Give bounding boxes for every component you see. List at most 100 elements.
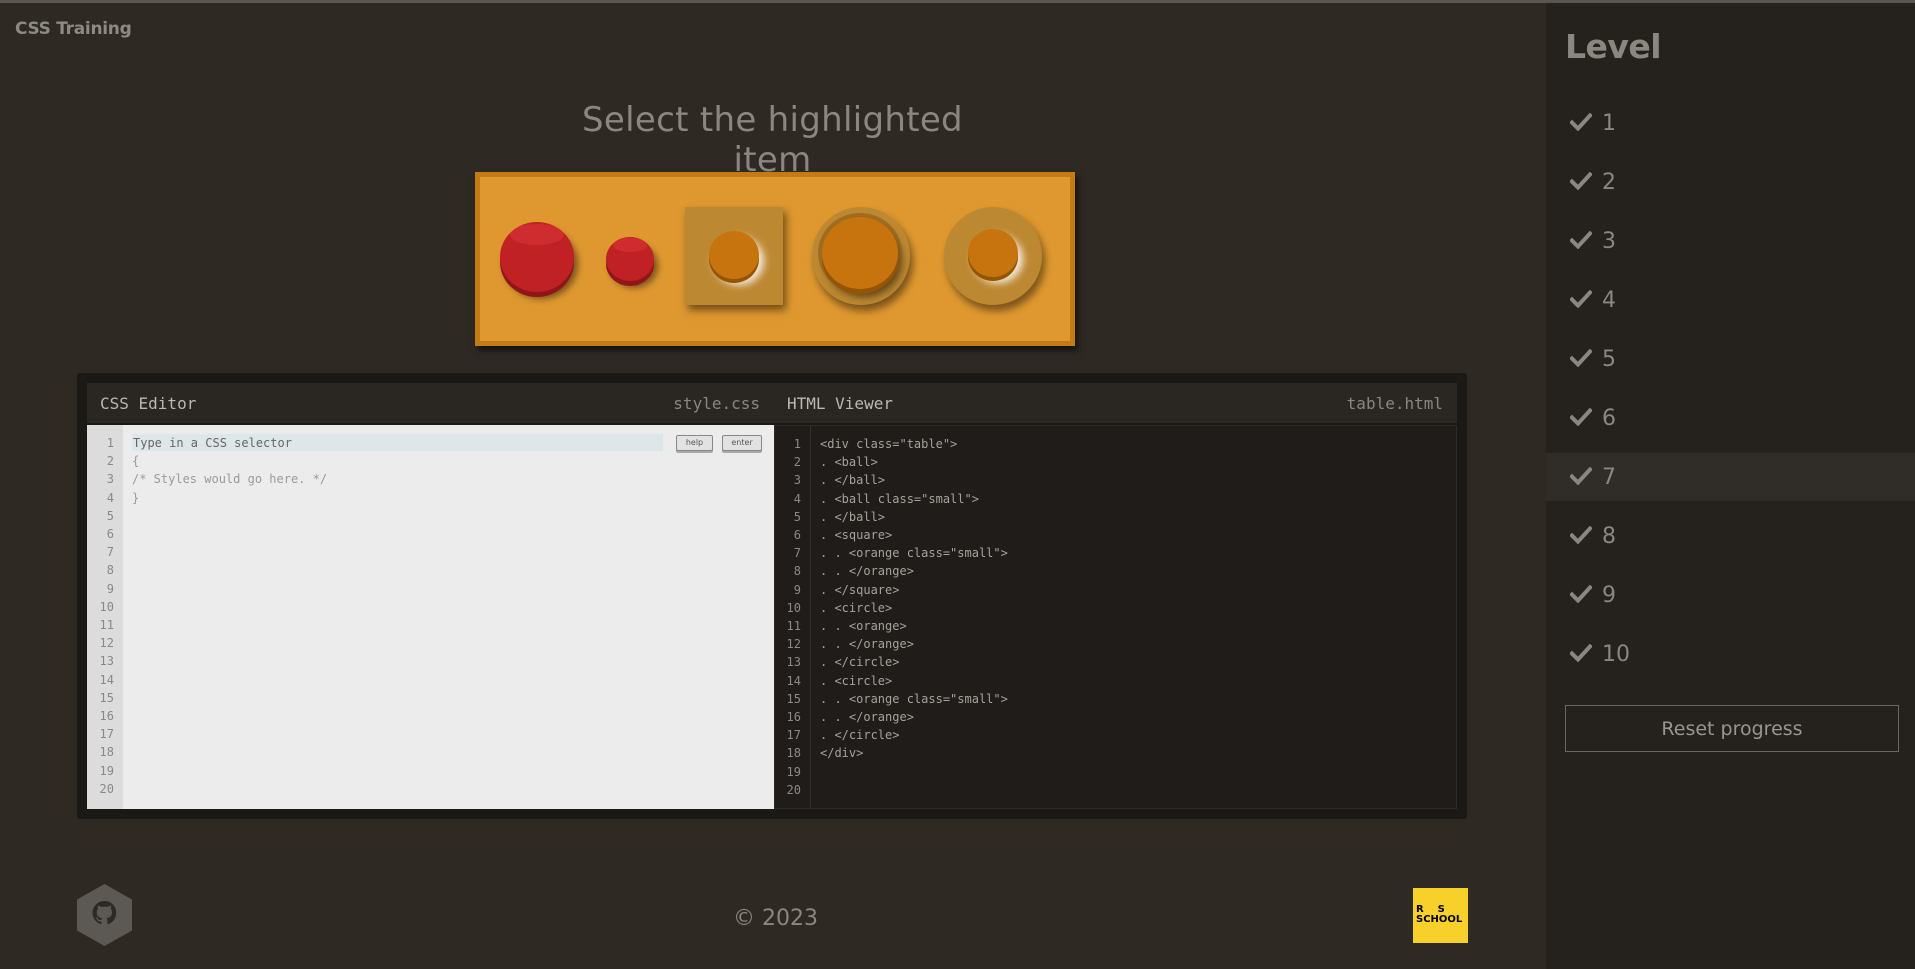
level-item-10[interactable]: 10 — [1546, 630, 1915, 678]
html-viewer-body: 1 2 3 4 5 6 7 8 9 10 11 12 13 14 15 16 17 18 19 20 <div cla… — [774, 425, 1457, 809]
html-viewer-filename: table.html — [1346, 394, 1443, 413]
line-number: 7 — [793, 546, 801, 561]
level-number: 10 — [1602, 642, 1630, 667]
line-number: 12 — [99, 636, 114, 651]
css-line: } — [132, 490, 140, 505]
html-code-line[interactable]: . <ball class="small"> — [820, 490, 1008, 508]
css-line: { — [132, 454, 140, 469]
line-number: 10 — [99, 599, 114, 614]
html-code-line[interactable]: . . <orange class="small"> — [820, 544, 1008, 562]
checkmark-icon — [1569, 112, 1593, 132]
html-code-line[interactable]: . . </orange> — [820, 562, 1008, 580]
html-viewer-header: HTML Viewer table.html — [774, 383, 1457, 423]
html-code-line[interactable]: . . </orange> — [820, 635, 1008, 653]
checkmark-icon — [1569, 643, 1593, 663]
level-item-1[interactable]: 1 — [1546, 99, 1915, 147]
html-code-line[interactable]: . <ball> — [820, 453, 1008, 471]
line-number: 7 — [106, 545, 114, 560]
line-number: 4 — [793, 491, 801, 506]
level-number: 2 — [1602, 170, 1616, 195]
ball-small[interactable] — [606, 237, 654, 281]
html-code-line[interactable]: . </circle> — [820, 726, 1008, 744]
help-button[interactable]: help — [676, 435, 713, 451]
css-editor-title: CSS Editor — [100, 394, 197, 413]
line-number: 20 — [99, 781, 114, 796]
level-sidebar: Level 1 2 3 4 5 6 7 8 9 10 Reset progress — [1546, 3, 1915, 969]
level-item-2[interactable]: 2 — [1546, 158, 1915, 206]
html-code-line[interactable]: </div> — [820, 744, 1008, 762]
line-number: 17 — [786, 728, 801, 743]
line-number: 9 — [106, 581, 114, 596]
html-code-line[interactable]: <div class="table"> — [820, 435, 1008, 453]
line-number: 19 — [99, 763, 114, 778]
editor-frame: CSS Editor style.css HTML Viewer table.h… — [77, 373, 1467, 819]
level-item-6[interactable]: 6 — [1546, 394, 1915, 442]
checkmark-icon — [1569, 171, 1593, 191]
level-item-5[interactable]: 5 — [1546, 335, 1915, 383]
line-number: 16 — [786, 710, 801, 725]
circle[interactable] — [944, 207, 1042, 305]
level-number: 3 — [1602, 229, 1616, 254]
checkmark-icon — [1569, 466, 1593, 486]
html-code-line[interactable]: . <circle> — [820, 599, 1008, 617]
level-item-8[interactable]: 8 — [1546, 512, 1915, 560]
line-number: 4 — [106, 490, 114, 505]
level-instruction: Select the highlighted item — [582, 100, 963, 180]
line-number: 13 — [786, 655, 801, 670]
line-number: 6 — [106, 527, 114, 542]
line-number: 14 — [786, 673, 801, 688]
table-board — [475, 172, 1075, 346]
html-code-line[interactable]: . <circle> — [820, 672, 1008, 690]
html-code-line[interactable]: . <square> — [820, 526, 1008, 544]
orange-small-in-circle[interactable] — [968, 229, 1018, 277]
line-number: 6 — [793, 528, 801, 543]
level-item-4[interactable]: 4 — [1546, 276, 1915, 324]
line-number: 2 — [106, 454, 114, 469]
level-item-3[interactable]: 3 — [1546, 217, 1915, 265]
html-code-line[interactable]: . </circle> — [820, 653, 1008, 671]
github-link[interactable] — [77, 884, 132, 946]
sidebar-title: Level — [1565, 27, 1662, 66]
level-number: 9 — [1602, 583, 1616, 608]
html-viewer-title: HTML Viewer — [787, 394, 893, 413]
checkmark-icon — [1569, 348, 1593, 368]
enter-button[interactable]: enter — [722, 435, 762, 451]
reset-progress-button[interactable]: Reset progress — [1565, 705, 1899, 752]
level-item-7[interactable]: 7 — [1546, 453, 1915, 501]
orange-in-circle[interactable] — [822, 217, 898, 289]
css-editor-filename: style.css — [673, 394, 760, 413]
line-number: 8 — [793, 564, 801, 579]
level-item-9[interactable]: 9 — [1546, 571, 1915, 619]
line-number: 18 — [99, 745, 114, 760]
line-number: 11 — [786, 619, 801, 634]
css-editor-header: CSS Editor style.css — [87, 383, 774, 423]
circle[interactable] — [812, 207, 910, 305]
rs-school-logo[interactable]: R S SCHOOL — [1413, 888, 1468, 943]
css-selector-input[interactable] — [132, 434, 663, 451]
github-icon — [77, 884, 132, 946]
line-number: 2 — [793, 455, 801, 470]
html-code-line[interactable]: . </ball> — [820, 471, 1008, 489]
html-code: <div class="table">. <ball>. </ball>. <b… — [820, 435, 1008, 763]
html-code-line[interactable]: . . <orange class="small"> — [820, 690, 1008, 708]
html-code-line[interactable]: . </square> — [820, 581, 1008, 599]
html-code-line[interactable]: . . </orange> — [820, 708, 1008, 726]
level-number: 6 — [1602, 406, 1616, 431]
app-title: CSS Training — [15, 19, 132, 39]
checkmark-icon — [1569, 525, 1593, 545]
checkmark-icon — [1569, 407, 1593, 427]
line-number: 17 — [99, 727, 114, 742]
css-line: /* Styles would go here. */ — [132, 472, 328, 487]
orange-small-in-square[interactable] — [709, 231, 759, 279]
line-number: 16 — [99, 709, 114, 724]
line-number: 9 — [793, 582, 801, 597]
css-line-numbers: 1 2 3 4 5 6 7 8 9 10 11 12 13 14 15 16 17 18 19 20 — [87, 425, 123, 809]
line-number: 5 — [793, 509, 801, 524]
checkmark-icon — [1569, 584, 1593, 604]
html-line-numbers: 1 2 3 4 5 6 7 8 9 10 11 12 13 14 15 16 17 18 19 20 — [775, 426, 811, 808]
ball-large[interactable] — [500, 222, 574, 292]
square[interactable] — [685, 207, 783, 305]
html-code-line[interactable]: . </ball> — [820, 508, 1008, 526]
line-number: 3 — [106, 472, 114, 487]
html-code-line[interactable]: . . <orange> — [820, 617, 1008, 635]
